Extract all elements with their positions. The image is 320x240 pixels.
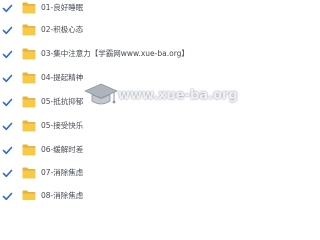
folder-icon xyxy=(22,2,36,14)
folder-icon xyxy=(22,167,36,179)
checkbox-checked-icon[interactable] xyxy=(2,49,13,60)
file-name: 02-积极心态 xyxy=(41,25,84,34)
checkbox-checked-icon[interactable] xyxy=(2,73,13,84)
folder-icon xyxy=(22,48,36,60)
list-item[interactable]: 03-集中注意力【学霸网www.xue-ba.org】 xyxy=(0,46,300,66)
file-name: 04-提起精神 xyxy=(41,73,84,82)
folder-icon xyxy=(22,72,36,84)
list-item[interactable]: 05-接受快乐 xyxy=(0,118,300,138)
checkbox-checked-icon[interactable] xyxy=(2,168,13,179)
file-name: 06-缓解时差 xyxy=(41,145,84,154)
file-name: 07-消除焦虑 xyxy=(41,168,84,177)
list-item[interactable]: 06-缓解时差 xyxy=(0,142,300,162)
file-name: 03-集中注意力【学霸网www.xue-ba.org】 xyxy=(41,49,189,58)
list-item[interactable]: 05-抵抗抑郁 xyxy=(0,94,300,114)
checkbox-checked-icon[interactable] xyxy=(2,25,13,36)
folder-icon xyxy=(22,144,36,156)
list-item[interactable]: 02-积极心态 xyxy=(0,22,300,42)
folder-icon xyxy=(22,190,36,200)
checkbox-checked-icon[interactable] xyxy=(2,3,13,14)
list-item[interactable]: 08-消除焦虑 xyxy=(0,188,300,200)
folder-icon xyxy=(22,120,36,132)
file-name: 01-良好睡眠 xyxy=(41,3,84,12)
folder-icon xyxy=(22,24,36,36)
list-item[interactable]: 01-良好睡眠 xyxy=(0,0,300,20)
checkbox-checked-icon[interactable] xyxy=(2,121,13,132)
file-name: 05-抵抗抑郁 xyxy=(41,97,84,106)
checkbox-checked-icon[interactable] xyxy=(2,97,13,108)
checkbox-checked-icon[interactable] xyxy=(2,191,13,200)
file-list: 01-良好睡眠 02-积极心态 03-集中注意力【学霸网www.xue-ba.o… xyxy=(0,0,300,200)
file-name: 08-消除焦虑 xyxy=(41,191,84,200)
file-name: 05-接受快乐 xyxy=(41,121,84,130)
list-item[interactable]: 07-消除焦虑 xyxy=(0,165,300,185)
checkbox-checked-icon[interactable] xyxy=(2,145,13,156)
list-item[interactable]: 04-提起精神 xyxy=(0,70,300,90)
folder-icon xyxy=(22,96,36,108)
